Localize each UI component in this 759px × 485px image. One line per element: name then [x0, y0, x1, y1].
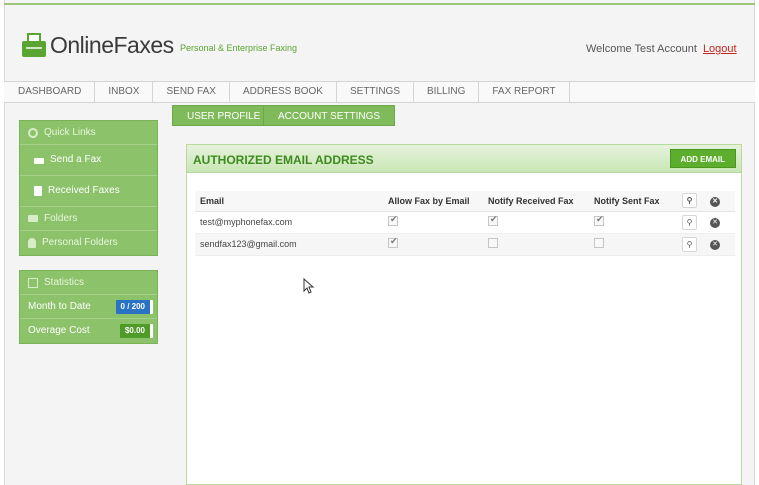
card-title: AUTHORIZED EMAIL ADDRESS — [193, 153, 374, 167]
document-icon — [34, 186, 42, 196]
overage-cost-label: Overage Cost — [28, 325, 90, 336]
table-row: sendfax123@gmail.com ⚲ ✕ — [195, 233, 735, 256]
sidebar-item-folders[interactable]: Folders — [20, 207, 157, 231]
delete-cell: ✕ — [705, 211, 735, 234]
edit-search-icon[interactable]: ⚲ — [682, 214, 697, 230]
notify-received-cell — [483, 233, 589, 256]
folder-icon — [28, 215, 38, 222]
notify-received-checkbox[interactable] — [488, 214, 498, 226]
brand-name: OnlineFaxes — [50, 31, 174, 58]
link-icon — [26, 125, 40, 140]
nav-billing[interactable]: BILLING — [414, 82, 480, 102]
table-header-row: Email Allow Fax by Email Notify Received… — [195, 191, 735, 212]
tab-account-settings[interactable]: ACCOUNT SETTINGS — [263, 105, 396, 126]
edit-cell: ⚲ — [677, 233, 705, 256]
month-to-date-label: Month to Date — [28, 300, 91, 312]
email-cell: sendfax123@gmail.com — [195, 233, 383, 256]
statistics-header: Statistics — [20, 271, 157, 295]
col-allow-fax: Allow Fax by Email — [383, 191, 483, 212]
allow-fax-checkbox[interactable] — [388, 236, 398, 248]
notify-received-cell — [483, 211, 589, 234]
month-to-date-badge: 0 / 200 — [115, 299, 153, 314]
add-email-button[interactable]: ADD EMAIL — [669, 149, 736, 168]
col-search: ⚲ — [677, 191, 705, 212]
main-nav: DASHBOARD INBOX SEND FAX ADDRESS BOOK SE… — [4, 81, 755, 103]
card-header: AUTHORIZED EMAIL ADDRESS ADD EMAIL — [187, 145, 741, 173]
logo[interactable]: OnlineFaxes — [22, 30, 174, 60]
authorized-email-card: AUTHORIZED EMAIL ADDRESS ADD EMAIL Email… — [186, 144, 742, 485]
statistics-panel: Statistics Month to Date 0 / 200 Overage… — [19, 270, 158, 344]
printer-icon — [34, 158, 44, 164]
quick-links-panel: Quick Links Send a Fax Received Faxes Fo… — [19, 120, 158, 256]
nav-address-book[interactable]: ADDRESS BOOK — [230, 82, 337, 102]
allow-fax-cell — [383, 233, 483, 256]
personal-folders-label: Personal Folders — [42, 237, 118, 248]
received-faxes-label: Received Faxes — [48, 185, 120, 196]
nav-settings[interactable]: SETTINGS — [337, 82, 414, 102]
stat-overage-cost: Overage Cost $0.00 — [20, 319, 157, 343]
nav-inbox[interactable]: INBOX — [95, 82, 154, 102]
tab-user-profile[interactable]: USER PROFILE — [172, 105, 276, 126]
person-icon — [28, 238, 36, 248]
stat-month-to-date: Month to Date 0 / 200 — [20, 295, 157, 319]
table-row: test@myphonefax.com ⚲ ✕ — [195, 211, 735, 234]
send-fax-label: Send a Fax — [50, 154, 102, 165]
welcome-text: Welcome Test Account — [586, 43, 697, 55]
search-icon[interactable]: ⚲ — [682, 193, 697, 209]
overage-cost-badge: $0.00 — [119, 324, 153, 338]
nav-send-fax[interactable]: SEND FAX — [153, 82, 230, 102]
delete-cell: ✕ — [705, 233, 735, 256]
logout-link[interactable]: Logout — [703, 43, 737, 55]
quick-links-header: Quick Links — [20, 121, 157, 145]
close-icon[interactable]: ✕ — [710, 196, 720, 207]
notify-sent-checkbox[interactable] — [594, 238, 604, 248]
sidebar-item-personal-folders[interactable]: Personal Folders — [20, 231, 157, 255]
email-table: Email Allow Fax by Email Notify Received… — [195, 191, 735, 256]
notify-sent-cell — [589, 233, 677, 256]
tagline: Personal & Enterprise Faxing — [180, 43, 298, 53]
email-cell: test@myphonefax.com — [195, 211, 383, 234]
notify-sent-cell — [589, 211, 677, 234]
edit-cell: ⚲ — [677, 211, 705, 234]
allow-fax-checkbox[interactable] — [388, 214, 398, 226]
sidebar-item-send-fax[interactable]: Send a Fax — [20, 145, 157, 176]
notify-received-checkbox[interactable] — [488, 238, 498, 248]
col-notify-sent: Notify Sent Fax — [589, 191, 677, 212]
chart-icon — [28, 277, 38, 288]
col-delete: ✕ — [705, 191, 735, 212]
allow-fax-cell — [383, 211, 483, 234]
delete-icon[interactable]: ✕ — [710, 218, 720, 228]
edit-search-icon[interactable]: ⚲ — [682, 236, 697, 252]
nav-fax-report[interactable]: FAX REPORT — [479, 82, 570, 102]
delete-icon[interactable]: ✕ — [710, 240, 720, 250]
quick-links-label: Quick Links — [44, 126, 96, 138]
fax-machine-icon — [22, 33, 46, 57]
top-accent-bar — [4, 3, 755, 5]
statistics-label: Statistics — [44, 276, 85, 288]
notify-sent-checkbox[interactable] — [594, 214, 604, 226]
sidebar-item-received-faxes[interactable]: Received Faxes — [20, 176, 157, 207]
col-notify-received: Notify Received Fax — [483, 191, 589, 212]
welcome-message: Welcome Test Account Logout — [586, 43, 737, 55]
nav-dashboard[interactable]: DASHBOARD — [4, 82, 96, 102]
col-email: Email — [195, 191, 383, 212]
folders-label: Folders — [44, 212, 78, 224]
